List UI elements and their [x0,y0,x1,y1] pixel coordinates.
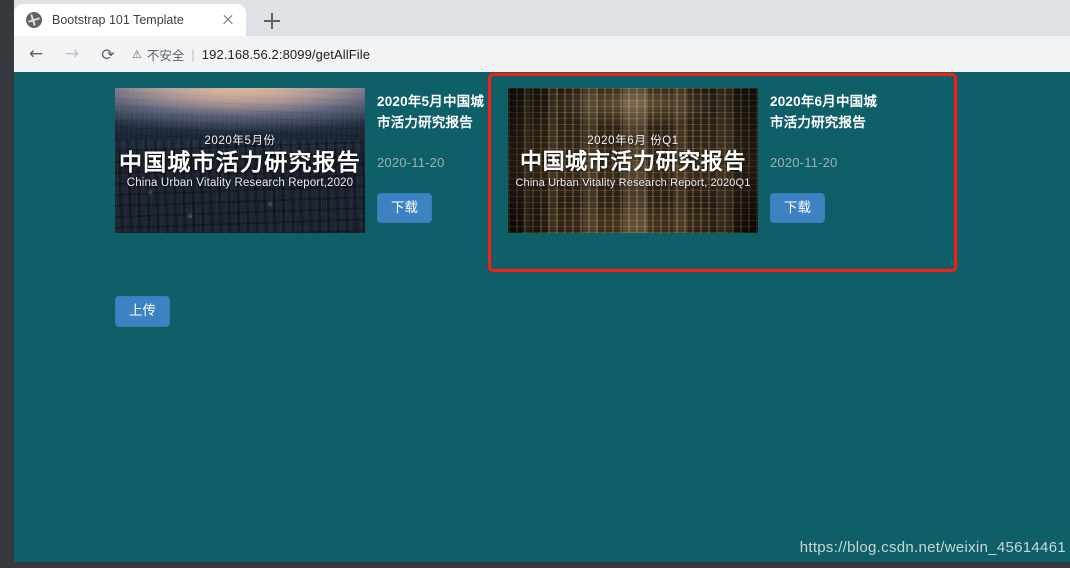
file-date: 2020-11-20 [770,154,838,170]
file-title: 2020年6月中国城市活力研究报告 [770,94,878,130]
warning-icon: ⚠ [132,47,142,61]
thumbnail-kicker: 2020年6月 份Q1 [587,135,679,148]
download-button[interactable]: 下载 [377,192,432,224]
file-date: 2020-11-20 [377,154,445,170]
browser-window: Bootstrap 101 Template ← → ⟳ ⚠ 不安全 | 192… [0,0,1070,568]
omnibox-separator: | [191,46,195,62]
tab-title: Bootstrap 101 Template [52,13,184,27]
browser-toolbar: ← → ⟳ ⚠ 不安全 | 192.168.56.2:8099/getAllFi… [14,36,1070,72]
file-card-body: 2020年6月中国城市活力研究报告 2020-11-20 下载 [758,88,880,224]
reload-button[interactable]: ⟳ [94,40,122,68]
report-thumbnail[interactable]: 2020年6月 份Q1 中国城市活力研究报告 China Urban Vital… [508,88,758,233]
file-card: 2020年6月 份Q1 中国城市活力研究报告 China Urban Vital… [508,88,880,233]
file-title: 2020年5月中国城市活力研究报告 [377,94,485,130]
forward-button[interactable]: → [58,40,86,68]
globe-icon [26,12,42,28]
thumbnail-caption: 2020年5月份 中国城市活力研究报告 China Urban Vitality… [115,88,365,233]
page-viewport: 2020年5月份 中国城市活力研究报告 China Urban Vitality… [14,72,1070,562]
report-thumbnail[interactable]: 2020年5月份 中国城市活力研究报告 China Urban Vitality… [115,88,365,233]
thumbnail-title: 中国城市活力研究报告 [119,148,361,175]
download-button[interactable]: 下载 [770,192,825,224]
thumbnail-subtitle: China Urban Vitality Research Report, 20… [515,176,751,189]
thumbnail-title: 中国城市活力研究报告 [519,149,746,175]
address-bar-url: 192.168.56.2:8099/getAllFile [201,46,371,62]
security-status-text: 不安全 [146,48,185,63]
file-card-body: 2020年5月中国城市活力研究报告 2020-11-20 下载 [365,88,487,224]
tab-strip: Bootstrap 101 Template [14,0,1070,36]
thumbnail-subtitle: China Urban Vitality Research Report,202… [126,177,354,190]
watermark-text: https://blog.csdn.net/weixin_45614461 [799,539,1066,556]
close-icon[interactable] [218,10,238,30]
back-button[interactable]: ← [22,40,50,68]
upload-button[interactable]: 上传 [115,296,170,327]
address-bar[interactable]: ⚠ 不安全 | 192.168.56.2:8099/getAllFile [132,41,1058,67]
file-card: 2020年5月份 中国城市活力研究报告 China Urban Vitality… [115,88,487,233]
thumbnail-kicker: 2020年5月份 [204,134,276,147]
thumbnail-caption: 2020年6月 份Q1 中国城市活力研究报告 China Urban Vital… [508,88,758,233]
browser-tab[interactable]: Bootstrap 101 Template [14,4,246,36]
new-tab-button[interactable] [258,7,286,35]
